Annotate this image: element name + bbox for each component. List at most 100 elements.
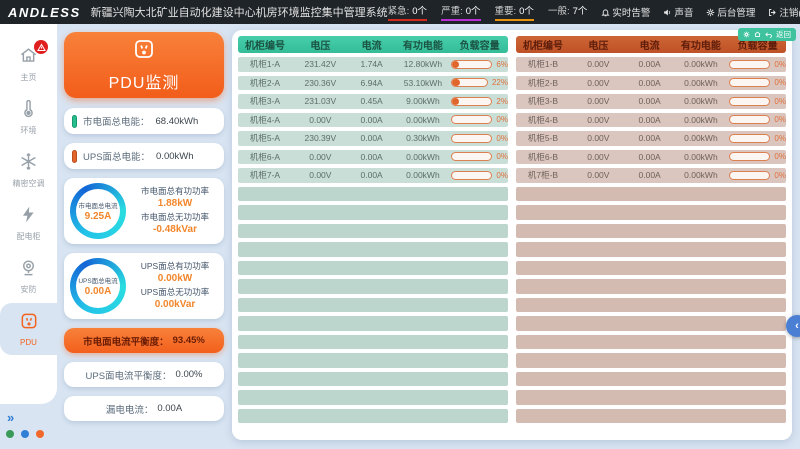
table-row[interactable]: 机柜6-B0.00V0.00A0.00kWh0% — [516, 150, 786, 165]
cabinet-tables-panel: 机柜编号电压电流有功电能负载容量机柜1-A231.42V1.74A12.80kW… — [232, 30, 792, 440]
table-row[interactable]: 机柜4-A0.00V0.00A0.00kWh0% — [238, 113, 508, 128]
cell-voltage: 0.00V — [570, 78, 627, 88]
load-percent-label: 0% — [774, 115, 786, 124]
admin-backend-button[interactable]: 后台管理 — [706, 5, 755, 19]
table-row-empty — [238, 242, 508, 257]
cell-name: 机柜7-A — [238, 169, 292, 181]
column-header: 电压 — [292, 37, 349, 52]
header-menu: 实时告警 声音 后台管理 注销(admin) — [601, 5, 800, 19]
cell-name: 机柜2-B — [516, 77, 570, 89]
cell-load: 22% — [451, 78, 508, 87]
logout-icon — [768, 8, 777, 17]
thermometer-icon — [19, 99, 38, 123]
table-row-empty — [238, 372, 508, 387]
green-dot — [6, 430, 14, 438]
status-dots — [6, 430, 44, 438]
table-row[interactable]: 机柜3-A231.03V0.45A9.00kWh2% — [238, 94, 508, 109]
leakage-current-card: 漏电电流： 0.00A — [64, 396, 224, 421]
cell-voltage: 0.00V — [570, 59, 627, 69]
cell-voltage: 0.00V — [292, 115, 349, 125]
mains-current-gauge-card: 市电面总电流 9.25A 市电面总有功功率 1.88kW 市电面总无功功率 -0… — [64, 178, 224, 244]
cell-voltage: 230.36V — [292, 78, 349, 88]
cell-current: 6.94A — [349, 78, 395, 88]
pdu-monitor-button[interactable]: PDU监测 — [64, 32, 224, 98]
sidebar-expander-chevrons[interactable]: » — [7, 410, 14, 425]
orange-dot — [36, 430, 44, 438]
cell-name: 机7柜-B — [516, 169, 570, 181]
table-row-empty — [238, 409, 508, 424]
table-row[interactable]: 机柜4-B0.00V0.00A0.00kWh0% — [516, 113, 786, 128]
gear-icon[interactable] — [743, 31, 750, 38]
cell-current: 1.74A — [349, 59, 395, 69]
battery-green-icon — [72, 115, 77, 128]
mains-current-ring-gauge: 市电面总电流 9.25A — [70, 183, 126, 239]
load-progressbar — [729, 78, 770, 87]
load-progressbar — [451, 60, 492, 69]
camera-icon — [19, 258, 38, 282]
sidebar-item-environment[interactable]: 环境 — [0, 91, 57, 144]
table-row[interactable]: 机柜5-B0.00V0.00A0.00kWh0% — [516, 131, 786, 146]
table-row-empty — [238, 205, 508, 220]
cell-energy: 0.30kWh — [395, 133, 452, 143]
cell-energy: 0.00kWh — [673, 78, 730, 88]
sidebar-item-pdu[interactable]: PDU — [0, 303, 57, 355]
cabinet-table-a: 机柜编号电压电流有功电能负载容量机柜1-A231.42V1.74A12.80kW… — [238, 36, 508, 434]
cell-load: 0% — [451, 171, 508, 180]
table-row[interactable]: 机柜7-A0.00V0.00A0.00kWh0% — [238, 168, 508, 183]
ups-energy-card: UPS面总电能： 0.00kWh — [64, 143, 224, 169]
table-row[interactable]: 机7柜-B0.00V0.00A0.00kWh0% — [516, 168, 786, 183]
load-progressbar — [451, 97, 492, 106]
alarm-counters: 紧急:0个 严重:0个 重要:0个 一般:7个 — [388, 3, 588, 21]
load-percent-label: 22% — [492, 78, 508, 87]
ups-current-gauge-card: UPS面总电流 0.00A UPS面总有功功率 0.00kW UPS面总无功功率… — [64, 253, 224, 319]
table-row-empty — [238, 353, 508, 368]
plug-icon — [132, 37, 156, 66]
sidebar-item-security[interactable]: 安防 — [0, 250, 57, 303]
cell-current: 0.00A — [627, 152, 673, 162]
alarm-severe[interactable]: 严重:0个 — [441, 3, 480, 21]
cell-current: 0.00A — [349, 115, 395, 125]
table-row[interactable]: 机柜6-A0.00V0.00A0.00kWh0% — [238, 150, 508, 165]
table-row[interactable]: 机柜2-A230.36V6.94A53.10kWh22% — [238, 76, 508, 91]
speaker-icon — [663, 8, 672, 17]
ups-current-ring-gauge: UPS面总电流 0.00A — [70, 258, 126, 314]
home-icon[interactable] — [754, 31, 761, 38]
table-row[interactable]: 机柜1-B0.00V0.00A0.00kWh0% — [516, 57, 786, 72]
cell-energy: 0.00kWh — [673, 152, 730, 162]
cell-name: 机柜6-A — [238, 151, 292, 163]
column-header: 电流 — [349, 37, 395, 52]
sidebar-item-precision-ac[interactable]: 精密空调 — [0, 144, 57, 197]
load-progressbar — [451, 134, 492, 143]
logout-button[interactable]: 注销(admin) — [768, 5, 800, 19]
alarm-important[interactable]: 重要:0个 — [495, 3, 534, 21]
sidebar-item-home[interactable]: 主页 — [0, 38, 57, 91]
cell-current: 0.00A — [627, 96, 673, 106]
load-percent-label: 0% — [774, 171, 786, 180]
load-percent-label: 0% — [774, 134, 786, 143]
cell-load: 0% — [729, 171, 786, 180]
pdu-monitor-label: PDU监测 — [109, 69, 180, 93]
cell-load: 6% — [451, 60, 508, 69]
realtime-alarm-button[interactable]: 实时告警 — [601, 5, 650, 19]
cell-energy: 0.00kWh — [673, 59, 730, 69]
cell-current: 0.00A — [349, 170, 395, 180]
sound-button[interactable]: 声音 — [663, 5, 693, 19]
back-button[interactable]: 返回 — [776, 29, 791, 40]
cell-name: 机柜6-B — [516, 151, 570, 163]
alarm-critical[interactable]: 紧急:0个 — [388, 3, 427, 21]
table-row-empty — [516, 261, 786, 276]
sidebar-item-power-cabinet[interactable]: 配电柜 — [0, 197, 57, 250]
table-row-empty — [238, 261, 508, 276]
table-row[interactable]: 机柜3-B0.00V0.00A0.00kWh0% — [516, 94, 786, 109]
table-row[interactable]: 机柜5-A230.39V0.00A0.30kWh0% — [238, 131, 508, 146]
cabinet-table-b: 机柜编号电压电流有功电能负载容量机柜1-B0.00V0.00A0.00kWh0%… — [516, 36, 786, 434]
top-header: ANDLESS 新疆兴陶大北矿业自动化建设中心机房环境监控集中管理系统 紧急:0… — [0, 0, 800, 24]
mains-power-readouts: 市电面总有功功率 1.88kW 市电面总无功功率 -0.48kVar — [132, 185, 218, 237]
cell-name: 机柜5-A — [238, 132, 292, 144]
table-row[interactable]: 机柜1-A231.42V1.74A12.80kWh6% — [238, 57, 508, 72]
table-row[interactable]: 机柜2-B0.00V0.00A0.00kWh0% — [516, 76, 786, 91]
alarm-general[interactable]: 一般:7个 — [548, 3, 587, 21]
cell-current: 0.00A — [349, 133, 395, 143]
cell-current: 0.00A — [349, 152, 395, 162]
cell-name: 机柜4-B — [516, 114, 570, 126]
